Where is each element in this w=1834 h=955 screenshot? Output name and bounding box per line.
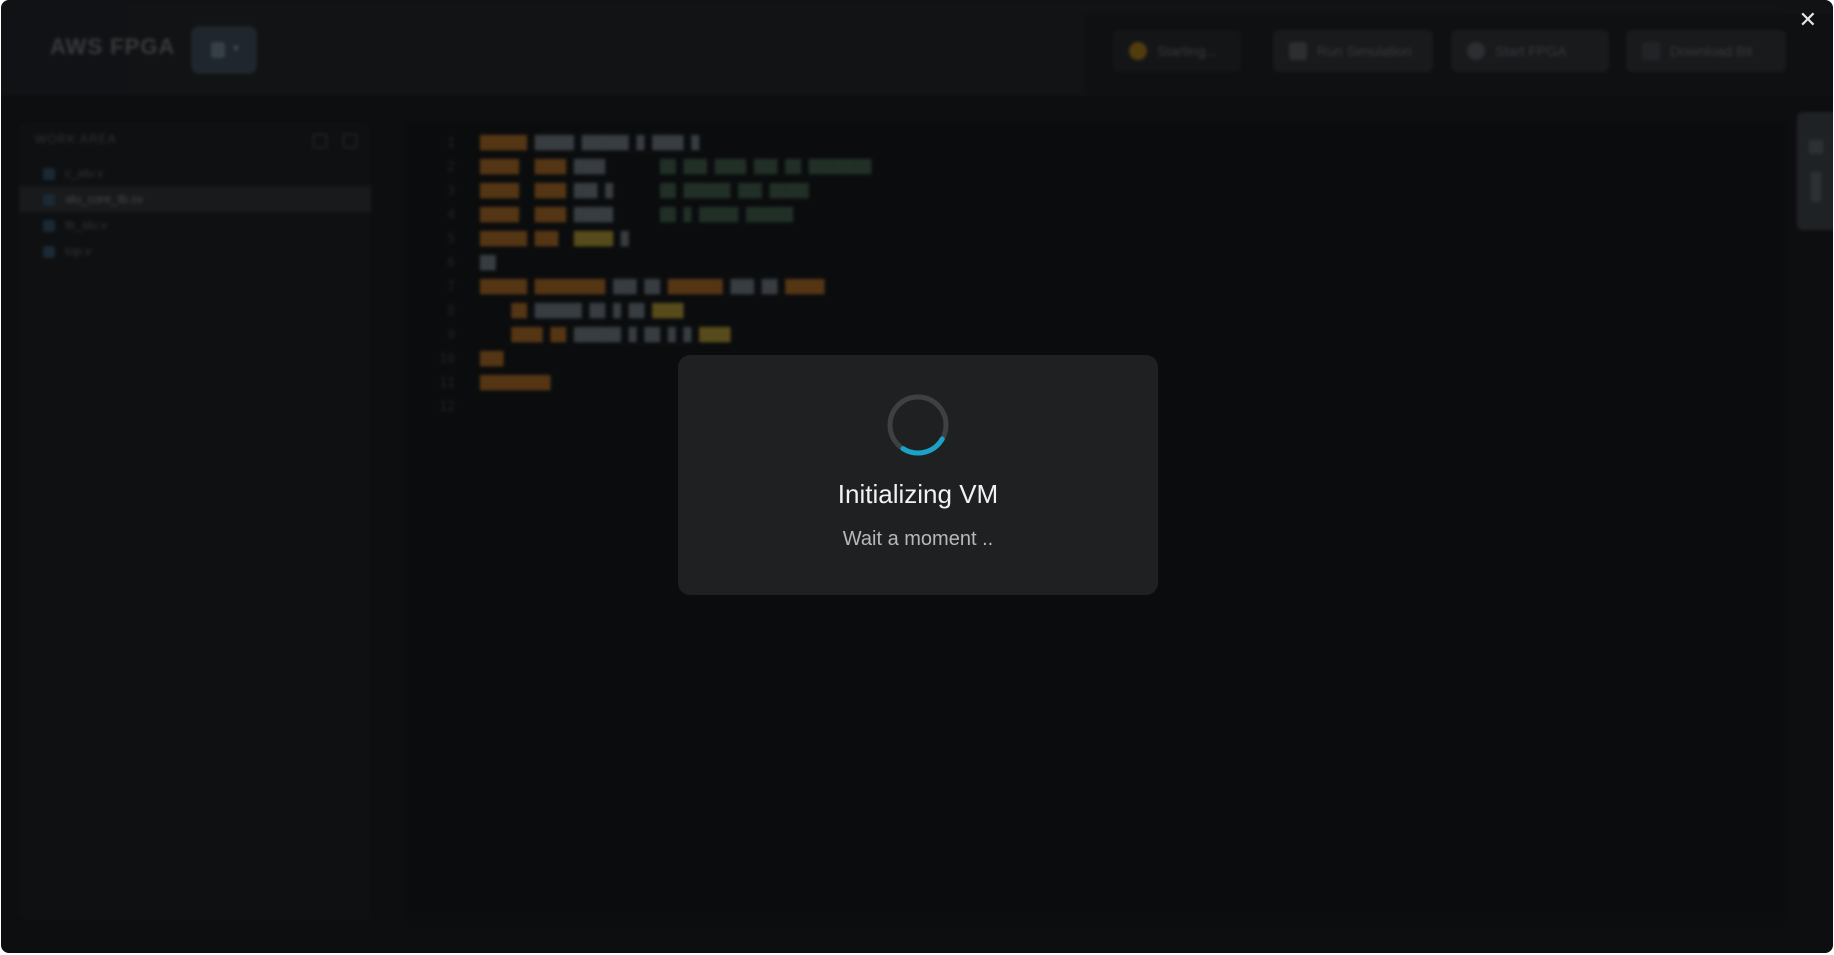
loading-spinner-icon bbox=[887, 394, 949, 456]
loading-dialog: Initializing VM Wait a moment .. bbox=[678, 355, 1158, 595]
dialog-title: Initializing VM bbox=[837, 479, 999, 509]
close-icon[interactable]: ✕ bbox=[1799, 6, 1817, 34]
app-window: ✕ AWS FPGA ▾ Starting... Run Simulation … bbox=[1, 0, 1833, 953]
dialog-subtitle: Wait a moment .. bbox=[842, 528, 994, 550]
